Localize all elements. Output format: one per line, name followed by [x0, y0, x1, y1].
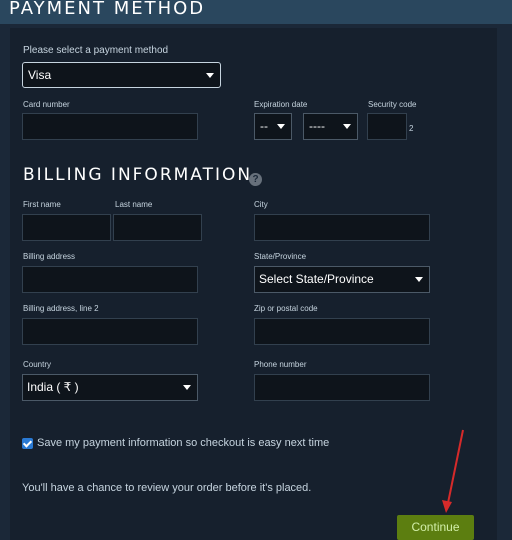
arrow-head [442, 500, 452, 513]
arrow-line [447, 429, 464, 504]
annotation-arrow [442, 429, 464, 513]
